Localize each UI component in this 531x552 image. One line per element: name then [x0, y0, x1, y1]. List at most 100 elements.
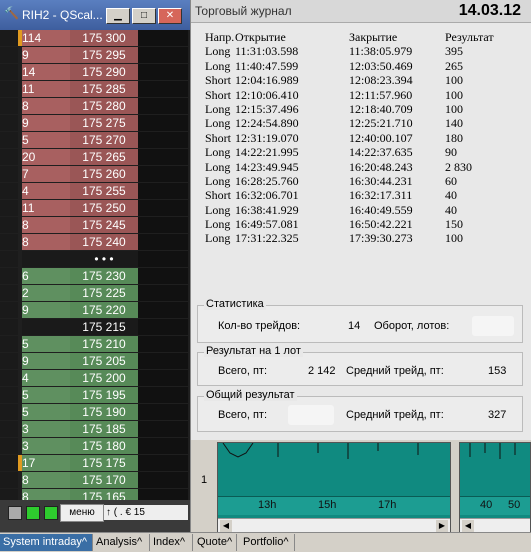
row-own-orders[interactable] — [138, 438, 188, 454]
secondary-scroll-left-arrow[interactable]: ◀ — [462, 520, 474, 532]
row-price[interactable]: • • • — [70, 251, 138, 267]
row-price[interactable]: 175 200 — [70, 370, 138, 386]
tab-portfolio[interactable]: Portfolio^ — [240, 534, 295, 551]
row-own-orders[interactable] — [138, 404, 188, 420]
row-price[interactable]: 175 250 — [70, 200, 138, 216]
row-size[interactable] — [22, 251, 70, 267]
row-price[interactable]: 175 255 — [70, 183, 138, 199]
row-price[interactable]: 175 275 — [70, 115, 138, 131]
row-size[interactable]: 2 — [22, 285, 70, 301]
row-price[interactable]: 175 245 — [70, 217, 138, 233]
row-price[interactable]: 175 290 — [70, 64, 138, 80]
row-price[interactable]: 175 240 — [70, 234, 138, 250]
row-size[interactable]: 8 — [22, 98, 70, 114]
row-size[interactable]: 4 — [22, 370, 70, 386]
order-book-row[interactable]: 9 175 295 — [0, 47, 190, 64]
tab-index[interactable]: Index^ — [150, 534, 193, 551]
order-book-row[interactable]: 7 175 260 — [0, 166, 190, 183]
row-own-orders[interactable] — [138, 387, 188, 403]
chart-scrollbar[interactable]: ◀ ▶ — [218, 518, 450, 533]
row-size[interactable]: 5 — [22, 404, 70, 420]
order-book-row[interactable]: 14 175 290 — [0, 64, 190, 81]
order-book-row[interactable]: 9 175 205 — [0, 353, 190, 370]
row-price[interactable]: 175 175 — [70, 455, 138, 471]
row-size[interactable]: 17 — [22, 455, 70, 471]
row-price[interactable]: 175 295 — [70, 47, 138, 63]
row-price[interactable]: 175 215 — [70, 319, 138, 335]
order-book-row[interactable]: 11 175 285 — [0, 81, 190, 98]
row-own-orders[interactable] — [138, 285, 188, 301]
order-book-row[interactable]: 9 175 220 — [0, 302, 190, 319]
row-price[interactable]: 175 220 — [70, 302, 138, 318]
row-size[interactable]: 9 — [22, 115, 70, 131]
row-size[interactable]: 9 — [22, 353, 70, 369]
row-own-orders[interactable] — [138, 183, 188, 199]
order-book-row[interactable]: 6 175 230 — [0, 268, 190, 285]
row-own-orders[interactable] — [138, 115, 188, 131]
row-size[interactable]: 5 — [22, 387, 70, 403]
row-own-orders[interactable] — [138, 268, 188, 284]
order-book-row[interactable]: 4 175 255 — [0, 183, 190, 200]
order-book-row[interactable]: 175 215 — [0, 319, 190, 336]
row-own-orders[interactable] — [138, 319, 188, 335]
row-price[interactable]: 175 185 — [70, 421, 138, 437]
order-book-row[interactable]: 8 175 170 — [0, 472, 190, 489]
order-book-row[interactable]: 8 175 245 — [0, 217, 190, 234]
status-square-gray[interactable] — [8, 506, 22, 520]
scroll-right-arrow[interactable]: ▶ — [436, 520, 448, 532]
row-own-orders[interactable] — [138, 132, 188, 148]
row-own-orders[interactable] — [138, 336, 188, 352]
row-size[interactable]: 7 — [22, 166, 70, 182]
order-book-row[interactable]: 5 175 270 — [0, 132, 190, 149]
row-price[interactable]: 175 195 — [70, 387, 138, 403]
order-book-row[interactable]: 9 175 275 — [0, 115, 190, 132]
row-own-orders[interactable] — [138, 353, 188, 369]
row-price[interactable]: 175 190 — [70, 404, 138, 420]
row-own-orders[interactable] — [138, 200, 188, 216]
order-book-row[interactable]: 114 175 300 — [0, 30, 190, 47]
order-book-row[interactable]: 8 175 280 — [0, 98, 190, 115]
row-price[interactable]: 175 170 — [70, 472, 138, 488]
order-book-row[interactable]: • • • — [0, 251, 190, 268]
order-book-row[interactable]: 11 175 250 — [0, 200, 190, 217]
order-book-row[interactable]: 5 175 195 — [0, 387, 190, 404]
order-book-row[interactable]: 5 175 210 — [0, 336, 190, 353]
row-size[interactable]: 6 — [22, 268, 70, 284]
close-button[interactable]: ✕ — [158, 8, 182, 24]
row-size[interactable]: 11 — [22, 200, 70, 216]
order-book-row[interactable]: 20 175 265 — [0, 149, 190, 166]
row-size[interactable]: 9 — [22, 47, 70, 63]
order-book-row[interactable]: 4 175 200 — [0, 370, 190, 387]
scroll-left-arrow[interactable]: ◀ — [220, 520, 232, 532]
status-square-green-2[interactable] — [44, 506, 58, 520]
maximize-button[interactable]: □ — [132, 8, 156, 24]
row-price[interactable]: 175 265 — [70, 149, 138, 165]
order-book-row[interactable]: 5 175 190 — [0, 404, 190, 421]
row-own-orders[interactable] — [138, 251, 188, 267]
row-price[interactable]: 175 300 — [70, 30, 138, 46]
row-price[interactable]: 175 210 — [70, 336, 138, 352]
row-size[interactable]: 8 — [22, 234, 70, 250]
minimize-button[interactable]: ▁ — [106, 8, 130, 24]
secondary-scrollbar[interactable]: ◀ — [460, 518, 530, 533]
row-own-orders[interactable] — [138, 421, 188, 437]
row-size[interactable]: 8 — [22, 217, 70, 233]
quote-status-field[interactable]: ↑ ( . € 15 — [104, 505, 188, 520]
row-own-orders[interactable] — [138, 302, 188, 318]
row-size[interactable]: 9 — [22, 302, 70, 318]
row-price[interactable]: 175 230 — [70, 268, 138, 284]
row-size[interactable]: 3 — [22, 438, 70, 454]
row-own-orders[interactable] — [138, 98, 188, 114]
row-size[interactable]: 5 — [22, 132, 70, 148]
row-price[interactable]: 175 270 — [70, 132, 138, 148]
row-own-orders[interactable] — [138, 64, 188, 80]
row-price[interactable]: 175 225 — [70, 285, 138, 301]
row-price[interactable]: 175 260 — [70, 166, 138, 182]
row-own-orders[interactable] — [138, 217, 188, 233]
tab-analysis[interactable]: Analysis^ — [93, 534, 150, 551]
row-size[interactable]: 114 — [22, 30, 70, 46]
row-price[interactable]: 175 205 — [70, 353, 138, 369]
row-price[interactable]: 175 280 — [70, 98, 138, 114]
quote-window-titlebar[interactable]: 🔨 RIH2 - QScal... ▁ □ ✕ — [0, 0, 190, 30]
row-own-orders[interactable] — [138, 472, 188, 488]
